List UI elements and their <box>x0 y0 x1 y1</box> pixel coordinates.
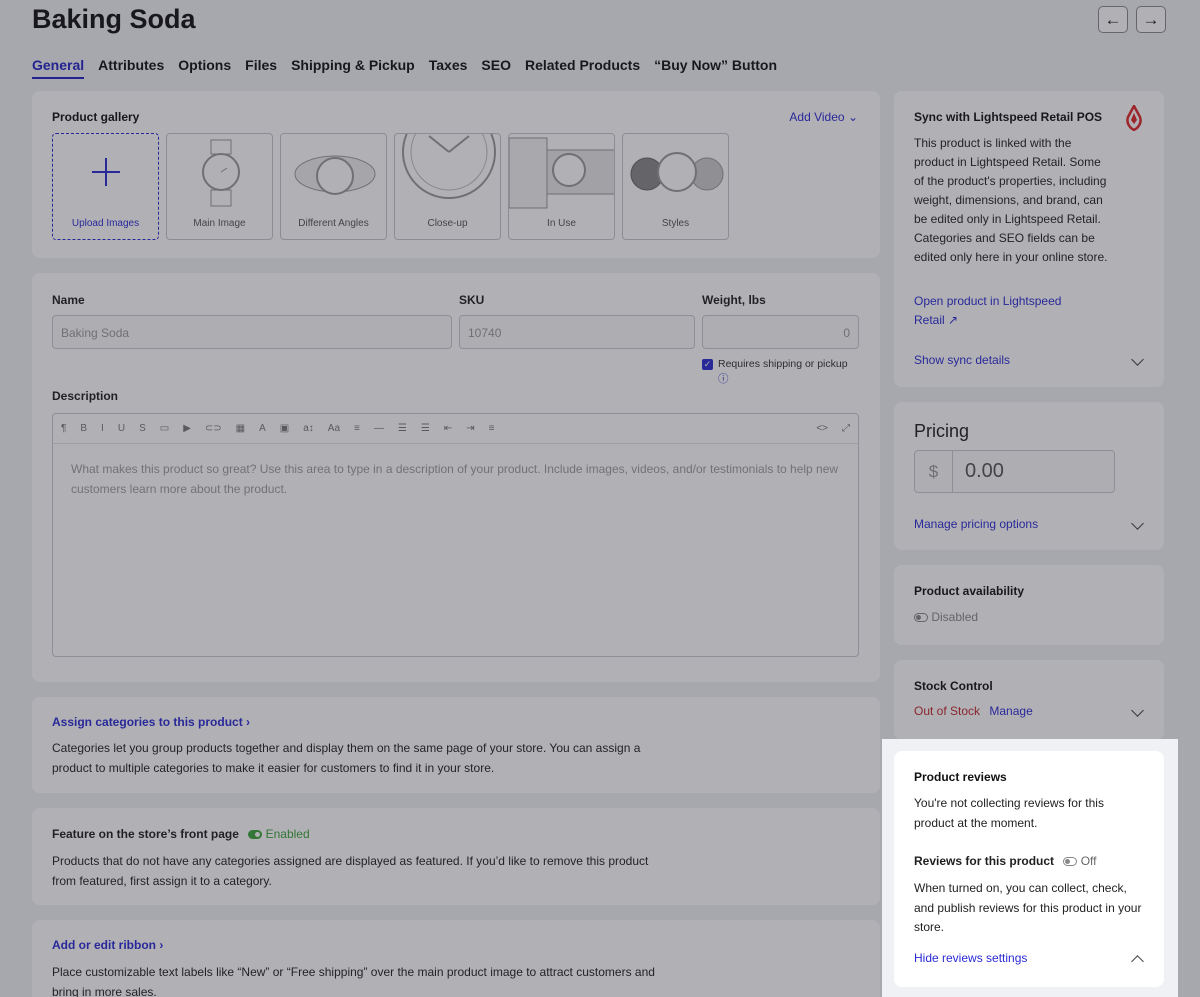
reviews-card: Product reviews You're not collecting re… <box>894 751 1164 987</box>
reviews-text: You're not collecting reviews for this p… <box>914 796 1104 830</box>
chevron-up-icon[interactable] <box>1131 955 1144 968</box>
reviews-toggle[interactable] <box>1063 857 1078 867</box>
reviews-toggle-text: When turned on, you can collect, check, … <box>914 881 1142 934</box>
reviews-toggle-label: Reviews for this product <box>914 854 1055 868</box>
reviews-toggle-row: Reviews for this product Off <box>914 854 1097 868</box>
reviews-title: Product reviews <box>914 770 1007 784</box>
reviews-toggle-status: Off <box>1080 854 1097 868</box>
product-page: Baking Soda ← → General Attributes Optio… <box>0 0 1200 997</box>
hide-reviews-settings-link[interactable]: Hide reviews settings <box>914 951 1027 965</box>
